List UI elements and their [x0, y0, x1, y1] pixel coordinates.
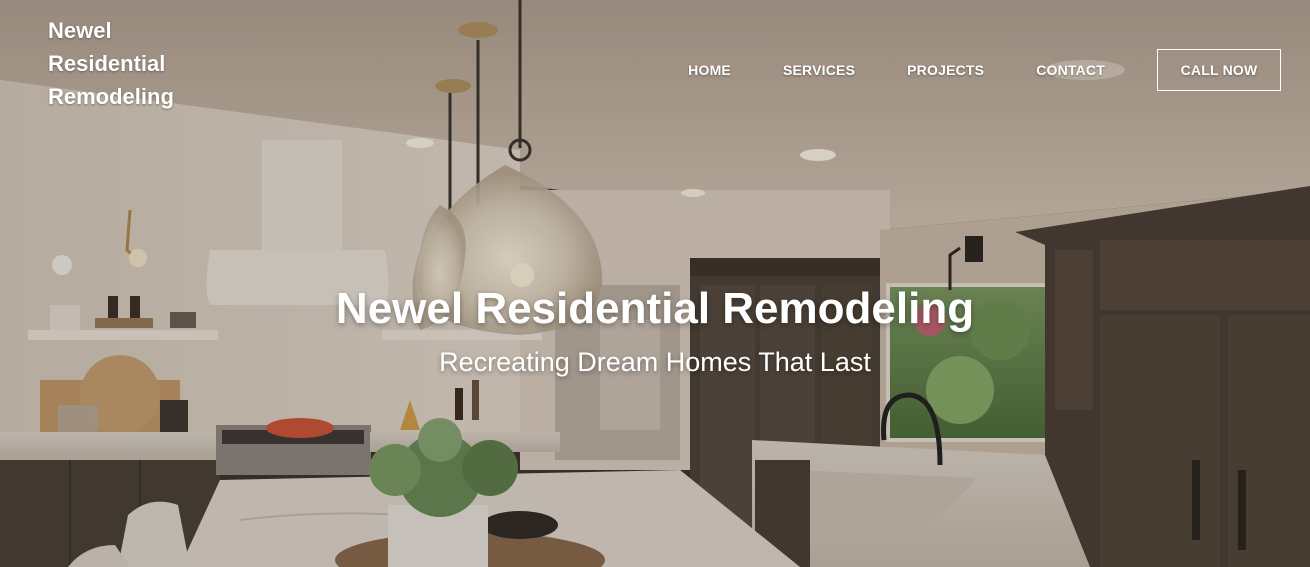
nav-projects[interactable]: PROJECTS — [907, 62, 984, 78]
hero-subtitle: Recreating Dream Homes That Last — [439, 347, 871, 377]
logo-line-3: Remodeling — [48, 84, 174, 109]
nav-services[interactable]: SERVICES — [783, 62, 855, 78]
site-logo[interactable]: Newel Residential Remodeling — [48, 14, 208, 113]
call-now-button[interactable]: CALL NOW — [1157, 49, 1281, 91]
hero-section: Newel Residential Remodeling HOME SERVIC… — [0, 0, 1310, 567]
logo-line-2: Residential — [48, 51, 166, 76]
logo-line-1: Newel — [48, 18, 112, 43]
hero-title: Newel Residential Remodeling — [335, 284, 975, 333]
main-navigation: HOME SERVICES PROJECTS CONTACT CALL NOW — [688, 49, 1281, 91]
nav-contact[interactable]: CONTACT — [1036, 62, 1105, 78]
nav-home[interactable]: HOME — [688, 62, 731, 78]
